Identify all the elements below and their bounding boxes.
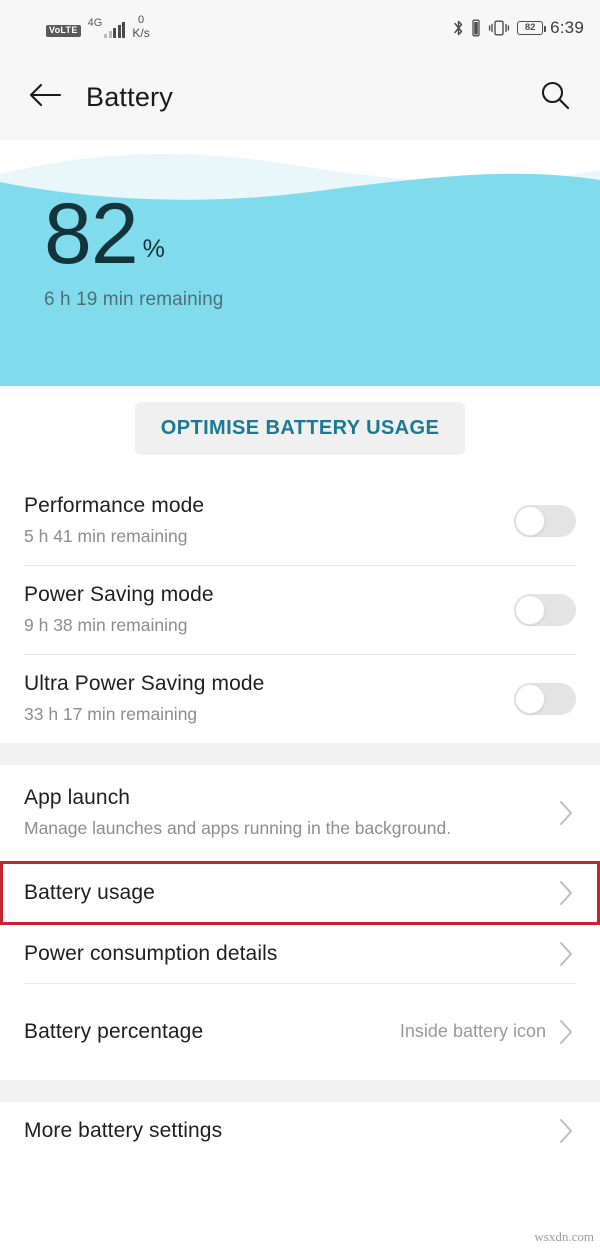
row-power-consumption-text: Power consumption details	[24, 925, 546, 983]
toggle-performance-mode[interactable]	[514, 504, 576, 537]
row-ultra-power-saving-mode[interactable]: Ultra Power Saving mode 33 h 17 min rema…	[0, 654, 600, 743]
back-button[interactable]	[22, 75, 68, 121]
percent-symbol: %	[142, 234, 165, 263]
battery-level-label: 82	[524, 21, 536, 33]
row-more-battery-settings-text: More battery settings	[24, 1102, 546, 1160]
row-power-consumption-details[interactable]: Power consumption details	[0, 924, 600, 984]
battery-modes-section: Performance mode 5 h 41 min remaining Po…	[0, 477, 600, 743]
battery-settings-screen: VoLTE 4G 0 K/s 82 6:39 Battery 82 % 6 h …	[0, 0, 600, 1249]
chevron-right-icon	[556, 938, 576, 970]
search-button[interactable]	[532, 75, 578, 121]
toggle-power-saving-mode[interactable]	[514, 593, 576, 626]
toggle-knob	[515, 505, 545, 536]
chevron-right-icon	[556, 1115, 576, 1147]
network-speed-indicator: 0 K/s	[132, 15, 149, 39]
battery-percent-value: 82	[44, 186, 139, 282]
back-arrow-icon	[28, 82, 62, 113]
page-title: Battery	[86, 82, 173, 112]
volte-icon: VoLTE	[46, 24, 81, 37]
row-title: Battery percentage	[24, 1020, 204, 1043]
chevron-right-icon	[556, 877, 576, 909]
section-gap	[0, 742, 600, 765]
row-power-saving-mode[interactable]: Power Saving mode 9 h 38 min remaining	[0, 565, 600, 654]
more-settings-section: More battery settings	[0, 1102, 600, 1161]
network-speed-unit: K/s	[132, 25, 150, 40]
annotation-highlight-box: Battery usage	[0, 860, 600, 925]
row-subtitle: 33 h 17 min remaining	[24, 704, 198, 724]
row-title: Power consumption details	[24, 941, 278, 965]
row-title: Ultra Power Saving mode	[24, 671, 265, 695]
battery-percent-row: 82 %	[44, 186, 223, 282]
optimise-battery-usage-button[interactable]: OPTIMISE BATTERY USAGE	[134, 402, 466, 455]
row-title: Power Saving mode	[24, 582, 214, 606]
row-title: Performance mode	[24, 494, 205, 517]
chevron-right-icon	[556, 797, 576, 829]
toggle-ultra-power-saving-mode[interactable]	[514, 682, 576, 715]
row-app-launch[interactable]: App launch Manage launches and apps runn…	[0, 764, 600, 861]
row-title: Battery usage	[24, 880, 155, 904]
status-bar: VoLTE 4G 0 K/s 82 6:39	[0, 0, 600, 55]
row-more-battery-settings[interactable]: More battery settings	[0, 1102, 600, 1161]
app-bar: Battery	[0, 55, 600, 140]
row-performance-mode-text: Performance mode 5 h 41 min remaining	[24, 477, 502, 565]
status-bar-left: VoLTE 4G 0 K/s	[16, 15, 150, 39]
row-ultra-power-saving-mode-text: Ultra Power Saving mode 33 h 17 min rema…	[24, 655, 502, 743]
battery-usage-section: App launch Manage launches and apps runn…	[0, 764, 600, 1081]
row-subtitle: 9 h 38 min remaining	[24, 615, 188, 636]
row-battery-percentage[interactable]: Battery percentage Inside battery icon	[0, 984, 600, 1081]
bluetooth-battery-icon	[471, 19, 481, 37]
row-battery-usage-text: Battery usage	[24, 864, 546, 922]
clock-label: 6:39	[550, 17, 584, 37]
status-bar-right: 82 6:39	[453, 18, 584, 38]
toggle-knob	[515, 594, 545, 625]
toggle-knob	[515, 683, 545, 714]
row-subtitle: Manage launches and apps running in the …	[24, 817, 452, 838]
chevron-right-icon	[556, 1016, 576, 1048]
optimise-button-container: OPTIMISE BATTERY USAGE	[0, 386, 600, 477]
section-gap	[0, 1080, 600, 1103]
watermark-label: wsxdn.com	[534, 1229, 594, 1244]
row-battery-percentage-text: Battery percentage	[24, 1003, 400, 1061]
search-icon	[539, 79, 571, 116]
bluetooth-icon	[453, 19, 464, 37]
row-performance-mode[interactable]: Performance mode 5 h 41 min remaining	[0, 477, 600, 565]
network-type-label: 4G	[87, 16, 103, 29]
signal-strength-icon: 4G	[87, 16, 126, 38]
row-battery-usage[interactable]: Battery usage	[3, 863, 597, 922]
battery-hero-panel: 82 % 6 h 19 min remaining	[0, 140, 600, 386]
battery-hero-text: 82 % 6 h 19 min remaining	[44, 186, 224, 311]
battery-remaining-label: 6 h 19 min remaining	[44, 288, 224, 310]
row-title: More battery settings	[24, 1119, 223, 1143]
row-power-saving-mode-text: Power Saving mode 9 h 38 min remaining	[24, 566, 502, 654]
vibrate-icon	[488, 19, 510, 37]
row-subtitle: 5 h 41 min remaining	[24, 526, 188, 547]
battery-icon: 82	[517, 20, 547, 35]
row-app-launch-text: App launch Manage launches and apps runn…	[24, 769, 546, 857]
row-title: App launch	[24, 785, 131, 809]
signal-bars-icon	[104, 21, 126, 38]
battery-percentage-value: Inside battery icon	[399, 1021, 546, 1042]
